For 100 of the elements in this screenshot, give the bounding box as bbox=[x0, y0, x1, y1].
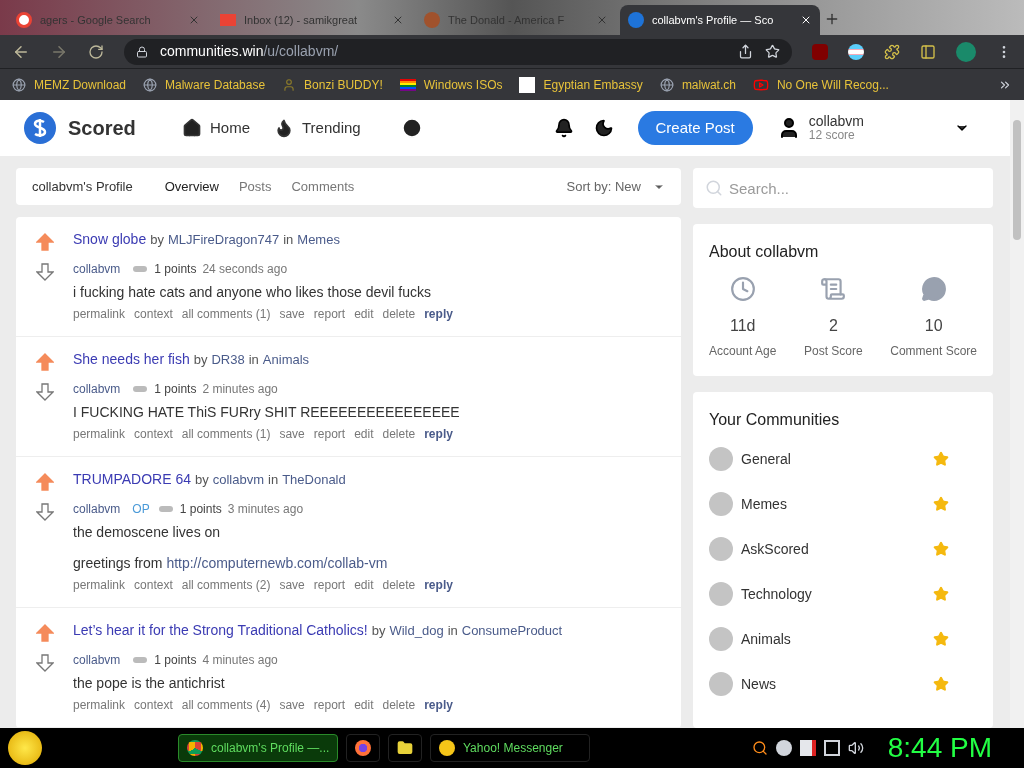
reload-icon[interactable] bbox=[88, 43, 104, 60]
author-link[interactable]: collabvm bbox=[212, 470, 264, 490]
share-icon[interactable] bbox=[738, 44, 753, 59]
post-title-link[interactable]: Snow globe bbox=[73, 229, 147, 250]
status-tray-icon[interactable] bbox=[775, 740, 792, 756]
dark-mode-icon[interactable] bbox=[593, 118, 614, 138]
address-field[interactable]: communities.win/u/collabvm/ bbox=[124, 38, 792, 65]
profile-avatar[interactable] bbox=[956, 41, 976, 62]
side-panel-icon[interactable] bbox=[920, 43, 936, 60]
comment-action-link[interactable]: permalink bbox=[73, 576, 126, 594]
taskbar-button[interactable] bbox=[388, 734, 422, 762]
comment-action-link[interactable]: reply bbox=[424, 305, 453, 323]
comment-action-link[interactable]: edit bbox=[354, 305, 374, 323]
author-link[interactable]: DR38 bbox=[211, 350, 245, 370]
community-link[interactable]: ConsumeProduct bbox=[461, 621, 563, 641]
comment-action-link[interactable]: save bbox=[279, 425, 305, 443]
comment-action-link[interactable]: delete bbox=[382, 305, 416, 323]
star-icon[interactable] bbox=[933, 586, 949, 602]
bookmark-item[interactable]: Egyptian Embassy bbox=[519, 75, 643, 94]
comment-action-link[interactable]: report bbox=[313, 305, 346, 323]
star-icon[interactable] bbox=[933, 631, 949, 647]
community-link[interactable]: Animals bbox=[741, 628, 933, 650]
close-icon[interactable] bbox=[800, 14, 812, 26]
community-link[interactable]: Memes bbox=[297, 230, 340, 250]
downvote-arrow-icon[interactable] bbox=[36, 503, 54, 521]
flag-extension-icon[interactable] bbox=[848, 43, 864, 60]
bookmark-item[interactable]: Bonzi BUDDY! bbox=[282, 75, 383, 94]
post-title-link[interactable]: Let’s hear it for the Strong Traditional Catholics! bbox=[73, 620, 368, 641]
nav-link[interactable]: Trending bbox=[274, 116, 361, 140]
comment-action-link[interactable]: all comments (1) bbox=[181, 425, 271, 443]
brand-name[interactable]: Scored bbox=[68, 113, 158, 143]
comment-action-link[interactable]: delete bbox=[382, 425, 416, 443]
url-link[interactable]: http://computernewb.com/collab-vm bbox=[166, 555, 388, 571]
search-field[interactable]: Search... bbox=[693, 168, 993, 208]
community-link[interactable]: News bbox=[741, 673, 933, 695]
scrollbar[interactable] bbox=[1010, 100, 1024, 728]
comment-action-link[interactable]: context bbox=[134, 305, 173, 323]
bookmark-item[interactable]: MEMZ Download bbox=[12, 75, 127, 94]
profile-tab[interactable]: Comments bbox=[291, 176, 355, 197]
community-link[interactable]: Memes bbox=[741, 493, 933, 515]
comment-action-link[interactable]: all comments (1) bbox=[181, 305, 271, 323]
star-icon[interactable] bbox=[933, 496, 949, 512]
bookmark-item[interactable]: malwat.ch bbox=[659, 75, 736, 94]
star-icon[interactable] bbox=[933, 541, 949, 557]
author-link[interactable]: MLJFireDragon747 bbox=[167, 230, 280, 250]
comment-action-link[interactable]: save bbox=[279, 696, 305, 714]
comment-action-link[interactable]: context bbox=[134, 696, 173, 714]
community-link[interactable]: Animals bbox=[262, 350, 310, 370]
notifications-icon[interactable] bbox=[553, 118, 574, 138]
downvote-arrow-icon[interactable] bbox=[36, 383, 54, 401]
username[interactable]: collabvm bbox=[808, 114, 864, 128]
commenter-link[interactable]: collabvm bbox=[73, 651, 121, 669]
comment-action-link[interactable]: context bbox=[134, 576, 173, 594]
comment-action-link[interactable]: edit bbox=[354, 425, 374, 443]
comment-action-link[interactable]: context bbox=[134, 425, 173, 443]
star-icon[interactable] bbox=[933, 451, 949, 467]
comment-action-link[interactable]: permalink bbox=[73, 305, 126, 323]
bookmark-item[interactable]: Windows ISOs bbox=[399, 75, 503, 94]
taskbar-button[interactable]: Yahoo! Messenger bbox=[430, 734, 590, 762]
comment-action-link[interactable]: all comments (2) bbox=[181, 576, 271, 594]
comment-action-link[interactable]: report bbox=[313, 696, 346, 714]
comment-action-link[interactable]: report bbox=[313, 425, 346, 443]
bookmark-item[interactable]: No One Will Recog... bbox=[752, 75, 889, 94]
comment-action-link[interactable]: all comments (4) bbox=[181, 696, 271, 714]
commenter-link[interactable]: collabvm bbox=[73, 380, 121, 398]
comment-action-link[interactable]: save bbox=[279, 305, 305, 323]
browser-tab[interactable]: collabvm's Profile — Sco bbox=[620, 5, 820, 35]
comment-action-link[interactable]: reply bbox=[424, 576, 453, 594]
bookmark-star-icon[interactable] bbox=[765, 44, 780, 59]
downvote-arrow-icon[interactable] bbox=[36, 263, 54, 281]
volume-icon[interactable] bbox=[847, 740, 864, 756]
post-title-link[interactable]: She needs her fish bbox=[73, 349, 190, 370]
network-tray-icon[interactable] bbox=[823, 740, 840, 756]
downvote-arrow-icon[interactable] bbox=[36, 654, 54, 672]
comment-action-link[interactable]: delete bbox=[382, 576, 416, 594]
taskbar-button[interactable]: collabvm's Profile —... bbox=[178, 734, 338, 762]
new-tab-icon[interactable] bbox=[824, 11, 840, 27]
sort-dropdown[interactable]: Sort by: New bbox=[566, 176, 665, 197]
comment-action-link[interactable]: save bbox=[279, 576, 305, 594]
create-post-button[interactable]: Create Post bbox=[637, 111, 753, 145]
nav-link[interactable]: Home bbox=[182, 116, 250, 140]
post-title-link[interactable]: TRUMPADORE 64 bbox=[73, 469, 191, 490]
comment-action-link[interactable]: permalink bbox=[73, 425, 126, 443]
community-link[interactable]: General bbox=[741, 448, 933, 470]
comment-action-link[interactable]: reply bbox=[424, 425, 453, 443]
bookmark-item[interactable]: Malware Database bbox=[143, 75, 266, 94]
comment-action-link[interactable]: reply bbox=[424, 696, 453, 714]
comment-action-link[interactable]: permalink bbox=[73, 696, 126, 714]
extensions-icon[interactable] bbox=[884, 43, 900, 60]
profile-tab[interactable]: Overview bbox=[164, 176, 219, 197]
community-link[interactable]: AskScored bbox=[741, 538, 933, 560]
author-link[interactable]: Wild_dog bbox=[389, 621, 444, 641]
comment-action-link[interactable]: report bbox=[313, 576, 346, 594]
comment-action-link[interactable]: delete bbox=[382, 696, 416, 714]
commenter-link[interactable]: collabvm bbox=[73, 260, 121, 278]
star-icon[interactable] bbox=[933, 676, 949, 692]
network-off-tray-icon[interactable] bbox=[799, 740, 816, 756]
taskbar-button[interactable] bbox=[346, 734, 380, 762]
comment-action-link[interactable]: edit bbox=[354, 696, 374, 714]
community-link[interactable]: TheDonald bbox=[282, 470, 346, 490]
